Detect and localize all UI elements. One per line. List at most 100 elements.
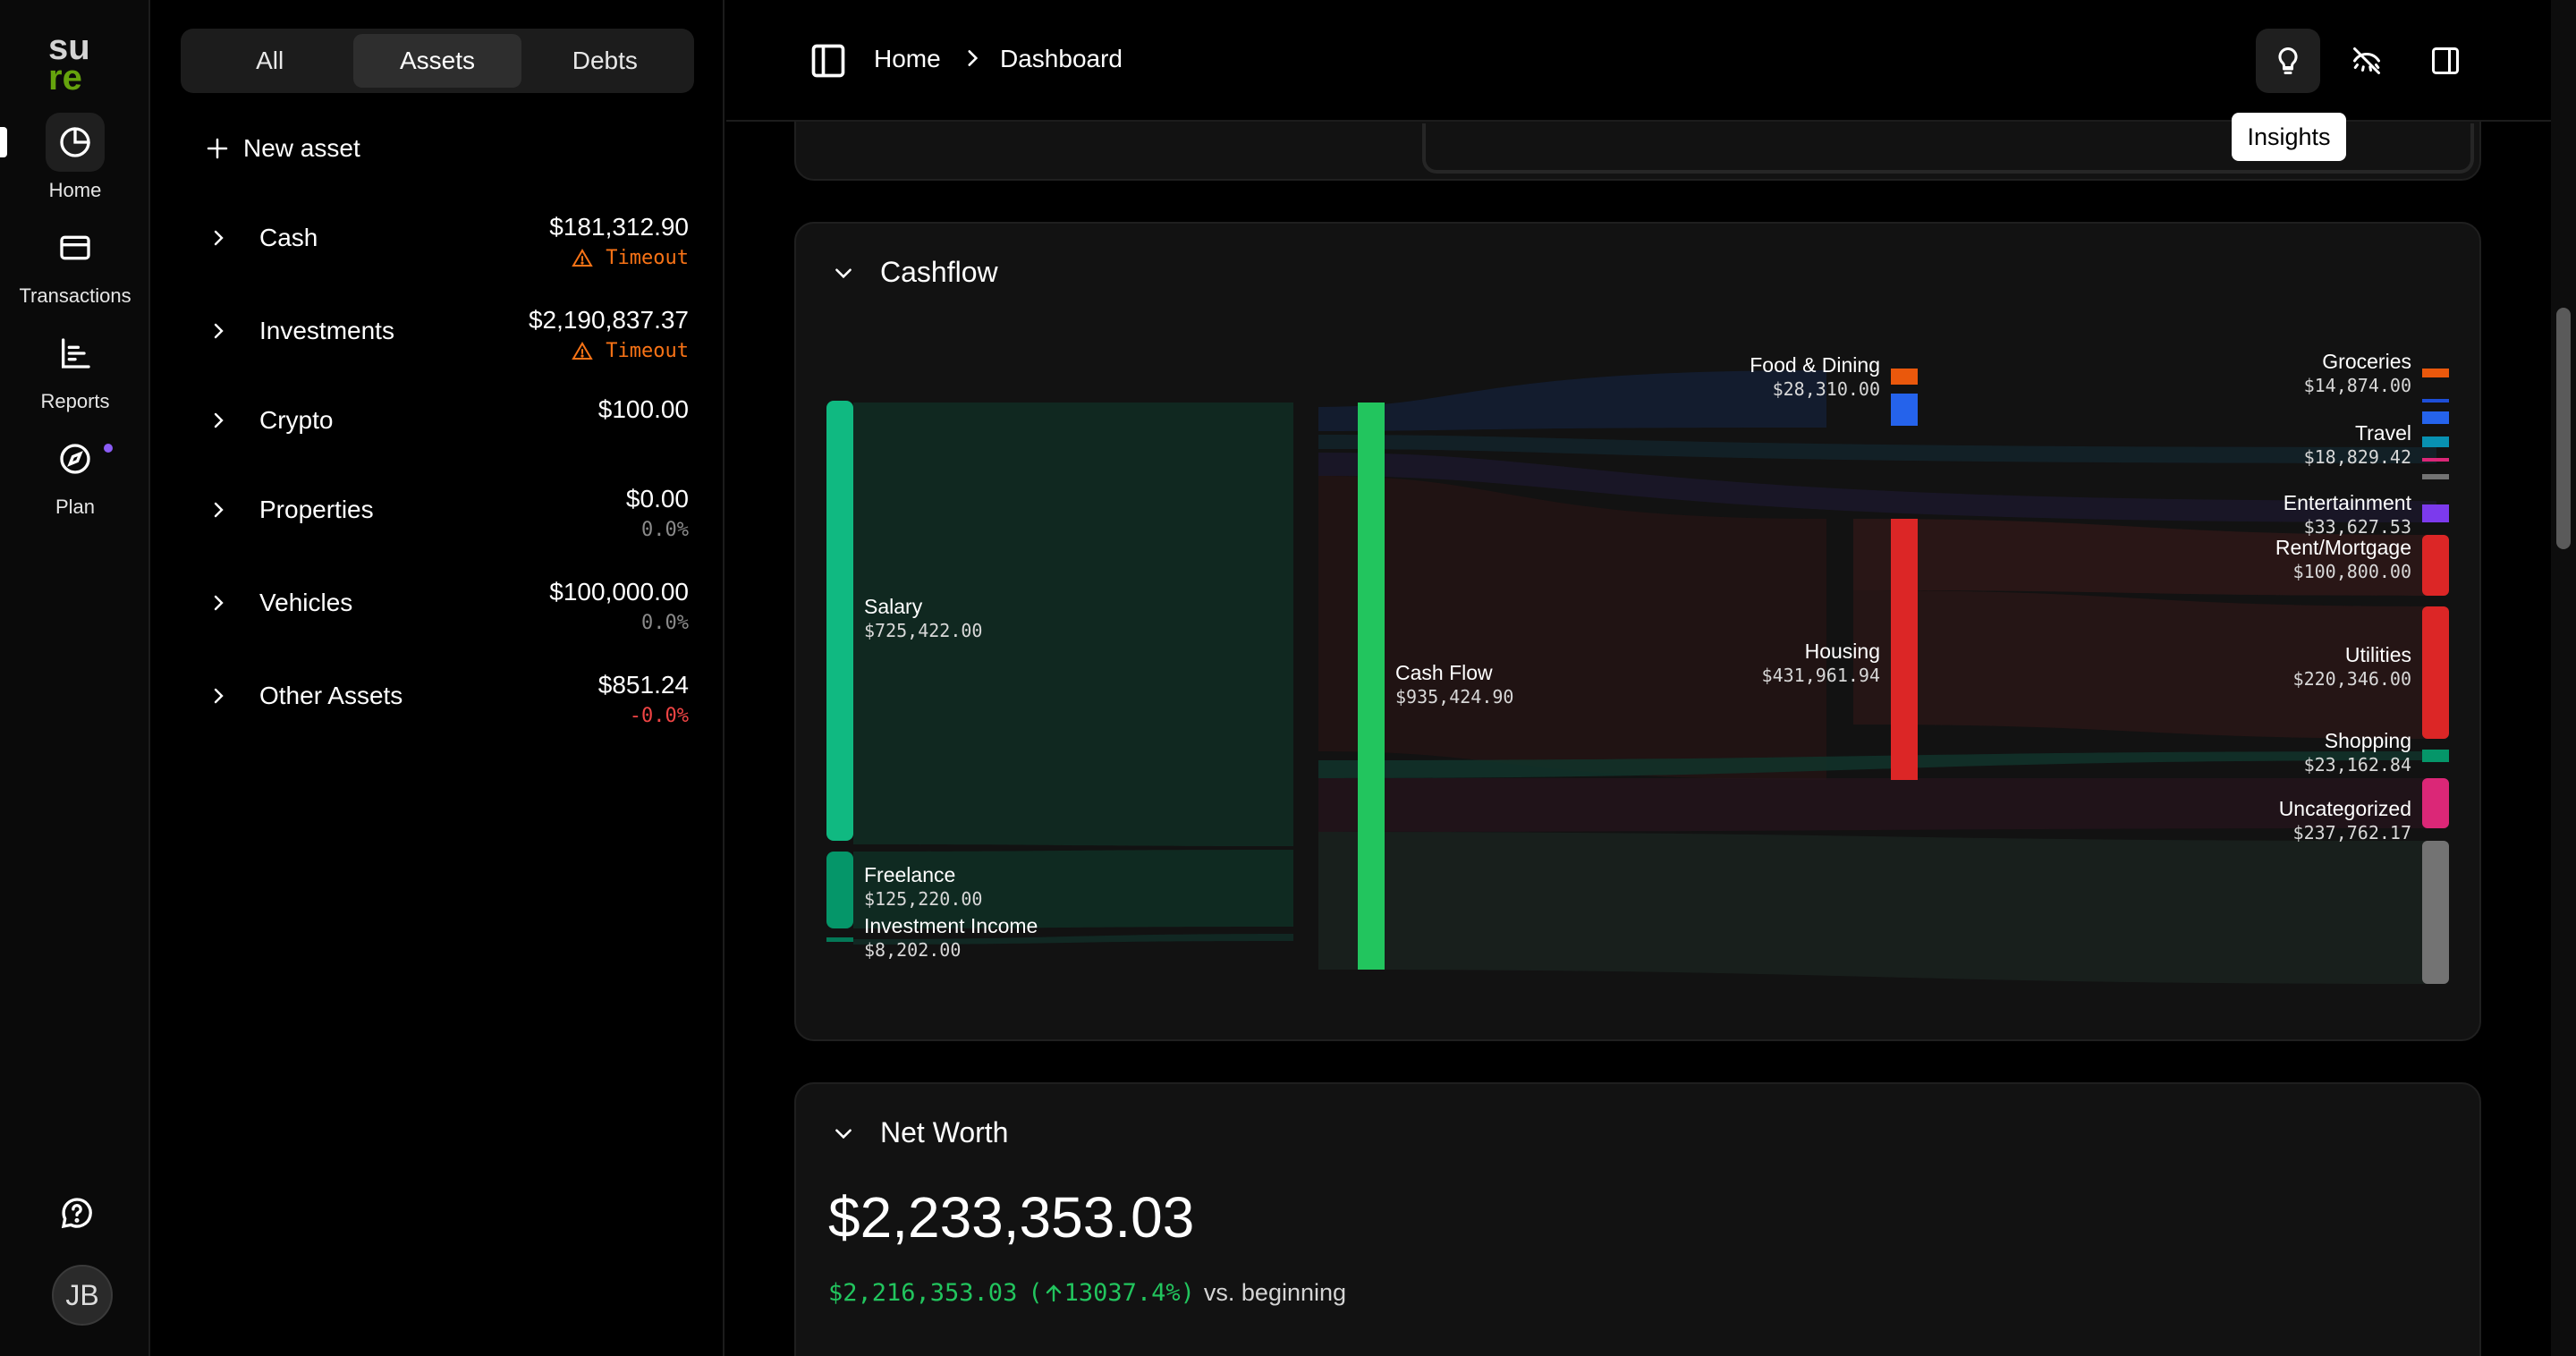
rail-item-home[interactable]: Home <box>0 113 150 202</box>
eye-off-icon <box>2353 47 2380 74</box>
warning-icon <box>572 248 594 267</box>
scrollbar-thumb[interactable] <box>2556 308 2571 549</box>
chevron-right-icon <box>214 412 224 428</box>
node-other[interactable] <box>2422 778 2449 828</box>
account-group-row[interactable]: Properties $0.00 0.0% <box>188 483 689 555</box>
networth-card: Net Worth $2,233,353.03 $2,216,353.03 ( … <box>794 1082 2481 1356</box>
account-group-name: Investments <box>259 317 394 344</box>
value-housing: $431,961.94 <box>1762 665 1880 686</box>
help-icon[interactable] <box>59 1195 95 1231</box>
lightbulb-icon <box>2278 47 2298 74</box>
rail-item-reports[interactable]: Reports <box>0 324 150 413</box>
label-salary: Salary <box>864 595 923 618</box>
node-cashflow[interactable] <box>1358 403 1385 970</box>
bar-chart-icon <box>46 324 105 383</box>
node-entertainment[interactable] <box>2422 504 2449 522</box>
node-food-dining-2[interactable] <box>1891 394 1918 426</box>
value-salary: $725,422.00 <box>864 620 982 641</box>
account-group-balance: $181,312.90 <box>549 213 689 241</box>
insights-button[interactable] <box>2256 29 2320 93</box>
rail-item-transactions[interactable]: Transactions <box>0 218 150 308</box>
node-misc[interactable] <box>2422 474 2449 479</box>
link-cashflow-uncategorized <box>1318 832 2436 984</box>
value-cashflow: $935,424.90 <box>1395 686 1513 708</box>
account-group-status: 0.0% <box>641 519 689 541</box>
node-uncategorized[interactable] <box>2422 841 2449 984</box>
rail-item-plan[interactable]: Plan <box>0 429 150 519</box>
label-housing: Housing <box>1805 640 1880 663</box>
account-group-name: Vehicles <box>259 589 353 616</box>
label-groceries: Groceries <box>2322 350 2411 373</box>
chevron-right-icon <box>968 50 979 66</box>
node-investment-income[interactable] <box>826 937 853 942</box>
account-group-status: 0.0% <box>641 612 689 634</box>
account-group-status-text: 0.0% <box>641 612 689 634</box>
node-travel[interactable] <box>2422 411 2449 424</box>
account-group-row[interactable]: Cash $181,312.90 Timeout <box>188 211 689 283</box>
sure-logo[interactable]: su re <box>47 30 116 91</box>
node-utilities[interactable] <box>2422 606 2449 739</box>
account-group-balance: $2,190,837.37 <box>528 306 689 334</box>
tab-assets[interactable]: Assets <box>353 34 521 88</box>
label-investment-income: Investment Income <box>864 914 1038 937</box>
value-shopping: $23,162.84 <box>2304 754 2411 775</box>
node-travel-2[interactable] <box>2422 436 2449 447</box>
chevron-right-icon <box>214 688 224 704</box>
tab-all[interactable]: All <box>186 34 353 88</box>
pie-chart-icon <box>46 113 105 172</box>
chevron-right-icon <box>214 230 224 246</box>
warning-icon <box>572 341 594 360</box>
sidebar-toggle-icon[interactable] <box>809 41 848 81</box>
account-group-row[interactable]: Investments $2,190,837.37 Timeout <box>188 304 689 376</box>
label-rent-mortgage: Rent/Mortgage <box>2275 536 2411 559</box>
link-cashflow-travel <box>1318 435 2436 463</box>
node-salary[interactable] <box>826 401 853 841</box>
account-tabs: All Assets Debts <box>181 29 694 93</box>
account-group-row[interactable]: Vehicles $100,000.00 0.0% <box>188 576 689 648</box>
arrow-up-icon <box>1046 1284 1061 1301</box>
networth-value: $2,233,353.03 <box>828 1185 1195 1250</box>
rail-label: Reports <box>40 390 110 412</box>
value-uncategorized: $237,762.17 <box>2293 822 2411 843</box>
label-cashflow: Cash Flow <box>1395 661 1493 684</box>
label-uncategorized: Uncategorized <box>2279 797 2411 820</box>
cashflow-card: Cashflow Salary $725,422.00 Freelance $1… <box>794 222 2481 1041</box>
networth-header[interactable]: Net Worth <box>832 1116 1008 1149</box>
panel-right-icon <box>2432 47 2459 74</box>
account-group-row[interactable]: Other Assets $851.24 -0.0% <box>188 669 689 741</box>
right-panel-toggle-button[interactable] <box>2413 29 2478 93</box>
node-freelance[interactable] <box>826 852 853 928</box>
nav-rail: su re Home Transactions Reports Plan JB <box>0 0 150 1356</box>
accounts-panel: All Assets Debts New asset Cash $181,312.… <box>152 0 724 1356</box>
page-scrollbar[interactable] <box>2551 0 2576 1356</box>
label-entertainment: Entertainment <box>2284 491 2412 514</box>
notification-dot <box>104 444 113 453</box>
node-housing[interactable] <box>1891 519 1918 780</box>
breadcrumb-home[interactable]: Home <box>874 45 941 73</box>
label-freelance: Freelance <box>864 863 955 886</box>
networth-change-amount: $2,216,353.03 <box>828 1279 1018 1307</box>
node-groceries-2[interactable] <box>2422 399 2449 403</box>
node-rent-mortgage[interactable] <box>2422 535 2449 596</box>
networth-change-pct: 13037.4% <box>1063 1279 1181 1307</box>
node-travel-3[interactable] <box>2422 458 2449 462</box>
privacy-toggle-button[interactable] <box>2334 29 2399 93</box>
account-group-name: Cash <box>259 224 318 251</box>
account-group-row[interactable]: Crypto $100.00 <box>188 394 689 465</box>
new-asset-label: New asset <box>243 134 360 162</box>
sankey-links <box>853 370 2436 984</box>
account-group-name: Crypto <box>259 406 334 434</box>
networth-change: $2,216,353.03 ( 13037.4% ) vs. beginning <box>828 1279 1346 1307</box>
account-group-name: Properties <box>259 496 374 523</box>
node-shopping[interactable] <box>2422 750 2449 762</box>
account-group-status-text: 0.0% <box>641 519 689 541</box>
new-asset-button[interactable]: New asset <box>204 134 360 163</box>
label-travel: Travel <box>2355 421 2411 445</box>
credit-card-icon <box>46 218 105 277</box>
tab-debts[interactable]: Debts <box>521 34 689 88</box>
node-food-dining[interactable] <box>1891 369 1918 385</box>
node-groceries[interactable] <box>2422 369 2449 377</box>
networth-change-close-paren: ) <box>1180 1279 1195 1307</box>
avatar[interactable]: JB <box>52 1265 113 1326</box>
account-group-status-text: Timeout <box>606 340 689 362</box>
